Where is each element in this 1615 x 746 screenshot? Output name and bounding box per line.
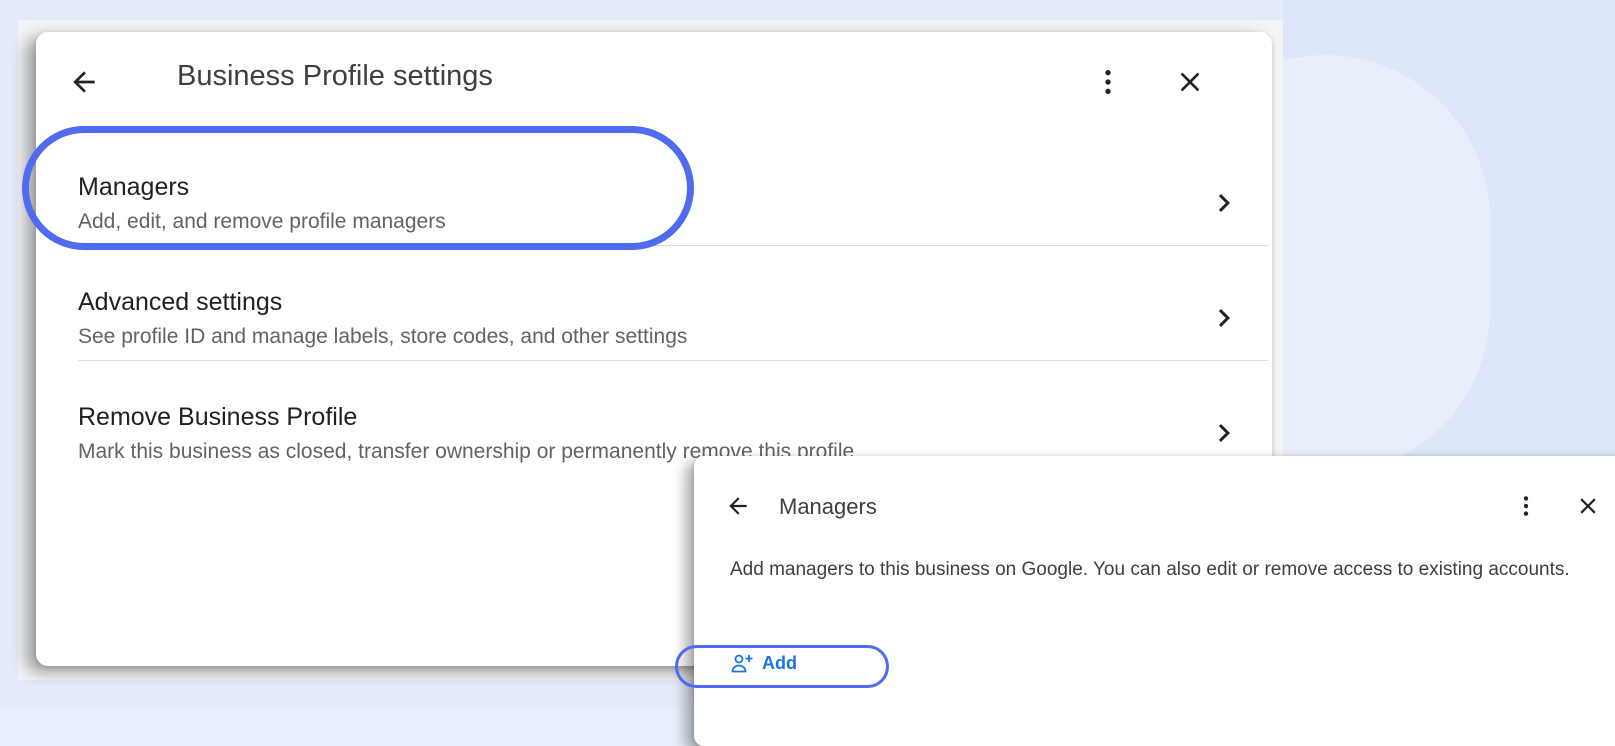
dialog-title: Managers (779, 494, 877, 519)
settings-item-description: See profile ID and manage labels, store … (78, 325, 688, 348)
divider (78, 245, 1268, 246)
arrow-back-icon[interactable] (60, 58, 108, 106)
add-button-label: Add (762, 652, 797, 673)
close-icon[interactable] (1570, 488, 1606, 524)
chevron-right-icon (1204, 413, 1244, 453)
dialog-title: Business Profile settings (177, 60, 493, 92)
person-add-icon (730, 652, 754, 674)
settings-item-managers[interactable]: Managers Add, edit, and remove profile m… (78, 147, 1268, 261)
settings-item-label: Managers (78, 173, 190, 201)
add-manager-button[interactable]: Add (730, 652, 797, 674)
more-vert-icon[interactable] (1084, 58, 1132, 106)
arrow-back-icon[interactable] (720, 488, 756, 524)
settings-item-advanced-settings[interactable]: Advanced settings See profile ID and man… (78, 262, 1268, 376)
managers-dialog: Managers Add managers to this business o… (694, 456, 1615, 746)
close-icon[interactable] (1166, 58, 1214, 106)
chevron-right-icon (1204, 298, 1244, 338)
managers-description: Add managers to this business on Google.… (730, 559, 1570, 580)
settings-item-label: Advanced settings (78, 288, 283, 316)
settings-item-description: Add, edit, and remove profile managers (78, 210, 446, 233)
more-vert-icon[interactable] (1508, 488, 1544, 524)
divider (78, 360, 1268, 361)
settings-item-label: Remove Business Profile (78, 403, 358, 431)
chevron-right-icon (1204, 183, 1244, 223)
